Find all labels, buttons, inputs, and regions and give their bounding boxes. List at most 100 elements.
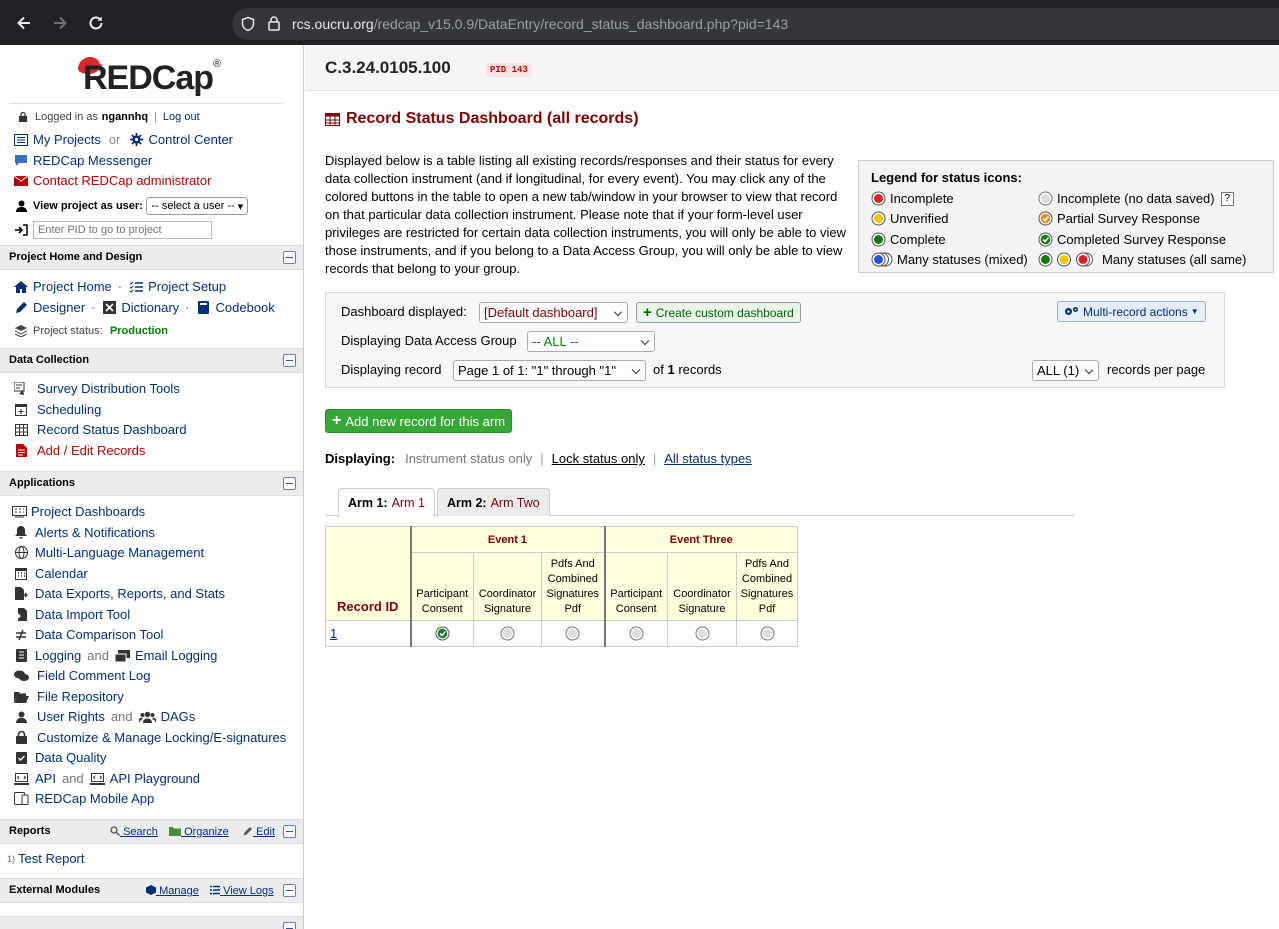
mlm-row: Multi-Language Management [13, 545, 204, 560]
mobile-app-link[interactable]: REDCap Mobile App [35, 791, 154, 806]
section-external-modules-header[interactable]: External Modules Manage View Logs [0, 878, 303, 903]
reports-search-link[interactable]: Search [110, 826, 158, 838]
shield-icon[interactable] [240, 16, 256, 32]
exports-link[interactable]: Data Exports, Reports, and Stats [35, 586, 225, 601]
record-page-select[interactable]: Page 1 of 1: "1" through "1" [453, 360, 646, 381]
collapse-toggle[interactable] [283, 251, 296, 264]
mlm-link[interactable]: Multi-Language Management [35, 545, 204, 560]
reload-icon[interactable] [87, 14, 105, 32]
api-playground-link[interactable]: API Playground [110, 771, 200, 786]
project-home-link[interactable]: Project Home [33, 279, 112, 294]
field-comment-link[interactable]: Field Comment Log [37, 668, 150, 683]
contact-admin-link[interactable]: Contact REDCap administrator [33, 173, 211, 188]
my-projects-link[interactable]: My Projects [33, 132, 101, 147]
dag-select[interactable]: -- ALL -- [527, 331, 655, 352]
collapse-toggle[interactable] [283, 922, 296, 929]
section-reports-header[interactable]: Reports Search Organize Edit [0, 819, 303, 844]
logging-link[interactable]: Logging [35, 648, 81, 663]
comparison-link[interactable]: Data Comparison Tool [35, 627, 163, 642]
locking-link[interactable]: Customize & Manage Locking/E-signatures [37, 730, 286, 745]
form-header: Pdfs And Combined Signatures Pdf [736, 552, 798, 621]
collapse-toggle[interactable] [283, 477, 296, 490]
survey-distribution-link[interactable]: Survey Distribution Tools [37, 381, 180, 396]
book-icon [196, 301, 212, 315]
record-status-table: Record ID Event 1 Event Three Participan… [325, 526, 798, 647]
control-center-link[interactable]: Control Center [148, 132, 233, 147]
tab-arm-2[interactable]: Arm 2: Arm Two [437, 488, 550, 516]
alerts-link[interactable]: Alerts & Notifications [35, 525, 155, 540]
api-link[interactable]: API [35, 771, 56, 786]
gray-circle-icon[interactable] [695, 626, 710, 641]
calendar-link[interactable]: Calendar [35, 566, 88, 581]
add-edit-records-link[interactable]: Add / Edit Records [37, 443, 145, 458]
dags-link[interactable]: DAGs [161, 709, 196, 724]
gray-circle-icon[interactable] [760, 626, 775, 641]
records-per-page-select[interactable]: ALL (1) [1032, 360, 1099, 381]
codebook-link[interactable]: Codebook [216, 300, 275, 315]
reports-organize-link[interactable]: Organize [169, 826, 229, 838]
import-link[interactable]: Data Import Tool [35, 607, 130, 622]
user-icon [13, 710, 29, 724]
project-setup-link[interactable]: Project Setup [148, 279, 226, 294]
record-status-dashboard-row: Record Status Dashboard [13, 422, 187, 437]
email-logging-link[interactable]: Email Logging [135, 648, 217, 663]
lock-icon [15, 110, 31, 124]
gray-circle-icon[interactable] [500, 626, 515, 641]
modules-manage-link[interactable]: Manage [146, 885, 199, 897]
section-applications-header[interactable]: Applications [0, 471, 303, 496]
data-quality-link[interactable]: Data Quality [35, 750, 107, 765]
add-new-record-button[interactable]: + Add new record for this arm [325, 409, 513, 433]
collapse-toggle[interactable] [283, 884, 296, 897]
lock-icon [13, 731, 29, 745]
pid-input[interactable] [33, 221, 212, 239]
dashboard-select[interactable]: [Default dashboard] [479, 302, 628, 323]
main-content: C.3.24.0105.100 PID 143 Record Status Da… [305, 45, 1279, 929]
gears-icon [1065, 307, 1078, 315]
gray-circle-icon[interactable] [629, 626, 644, 641]
project-dashboards-link[interactable]: Project Dashboards [31, 504, 145, 519]
logout-link[interactable]: Log out [163, 111, 200, 123]
create-custom-dashboard-button[interactable]: + Create custom dashboard [636, 302, 801, 323]
multi-record-actions-button[interactable]: Multi-record actions ▼ [1057, 301, 1206, 322]
survey-distribution-icon [13, 382, 29, 396]
laptop-code-icon [13, 772, 29, 786]
modules-view-logs-link[interactable]: View Logs [210, 885, 274, 897]
collapse-toggle[interactable] [283, 825, 296, 838]
help-icon[interactable]: ? [1220, 191, 1235, 206]
record-status-dashboard-link[interactable]: Record Status Dashboard [37, 422, 187, 437]
forward-arrow-icon[interactable] [51, 14, 69, 32]
dictionary-link[interactable]: Dictionary [121, 300, 179, 315]
lock-status-link[interactable]: Lock status only [552, 451, 645, 466]
green-check-circle-icon[interactable] [435, 626, 450, 641]
back-arrow-icon[interactable] [15, 14, 33, 32]
file-repo-link[interactable]: File Repository [37, 689, 124, 704]
comparison-row: Data Comparison Tool [13, 627, 163, 642]
gray-circle-icon[interactable] [565, 626, 580, 641]
logged-in-row: Logged in as ngannhq | Log out [15, 109, 200, 124]
view-as-user-select[interactable]: -- select a user -- ▾ [146, 197, 249, 215]
reports-edit-link[interactable]: Edit [243, 826, 275, 838]
all-status-types-link[interactable]: All status types [664, 451, 751, 466]
url-text[interactable]: rcs.oucru.org/redcap_v15.0.9/DataEntry/r… [292, 16, 788, 32]
record-id-link[interactable]: 1 [330, 626, 337, 641]
messenger-link[interactable]: REDCap Messenger [33, 153, 152, 168]
address-bar[interactable]: rcs.oucru.org/redcap_v15.0.9/DataEntry/r… [232, 8, 1279, 40]
lock-icon[interactable] [267, 15, 281, 32]
collapse-toggle[interactable] [283, 354, 296, 367]
section-next-header[interactable] [0, 916, 303, 929]
sign-in-icon [13, 223, 29, 237]
field-comment-row: Field Comment Log [13, 668, 150, 683]
section-data-collection-header[interactable]: Data Collection [0, 348, 303, 373]
exports-row: Data Exports, Reports, and Stats [13, 586, 225, 601]
tab-arm-1[interactable]: Arm 1: Arm 1 [338, 488, 435, 517]
table-row: 1 [325, 620, 798, 647]
section-project-home-header[interactable]: Project Home and Design [0, 245, 303, 270]
report-link[interactable]: Test Report [18, 851, 84, 866]
green-circle-icon [871, 232, 886, 247]
caret-down-icon: ▼ [1190, 307, 1199, 316]
report-item: 1) Test Report [7, 851, 85, 866]
user-rights-link[interactable]: User Rights [37, 709, 105, 724]
designer-link[interactable]: Designer [33, 300, 85, 315]
scheduling-link[interactable]: Scheduling [37, 402, 101, 417]
designer-row: Designer · Dictionary · Codebook [13, 300, 275, 315]
